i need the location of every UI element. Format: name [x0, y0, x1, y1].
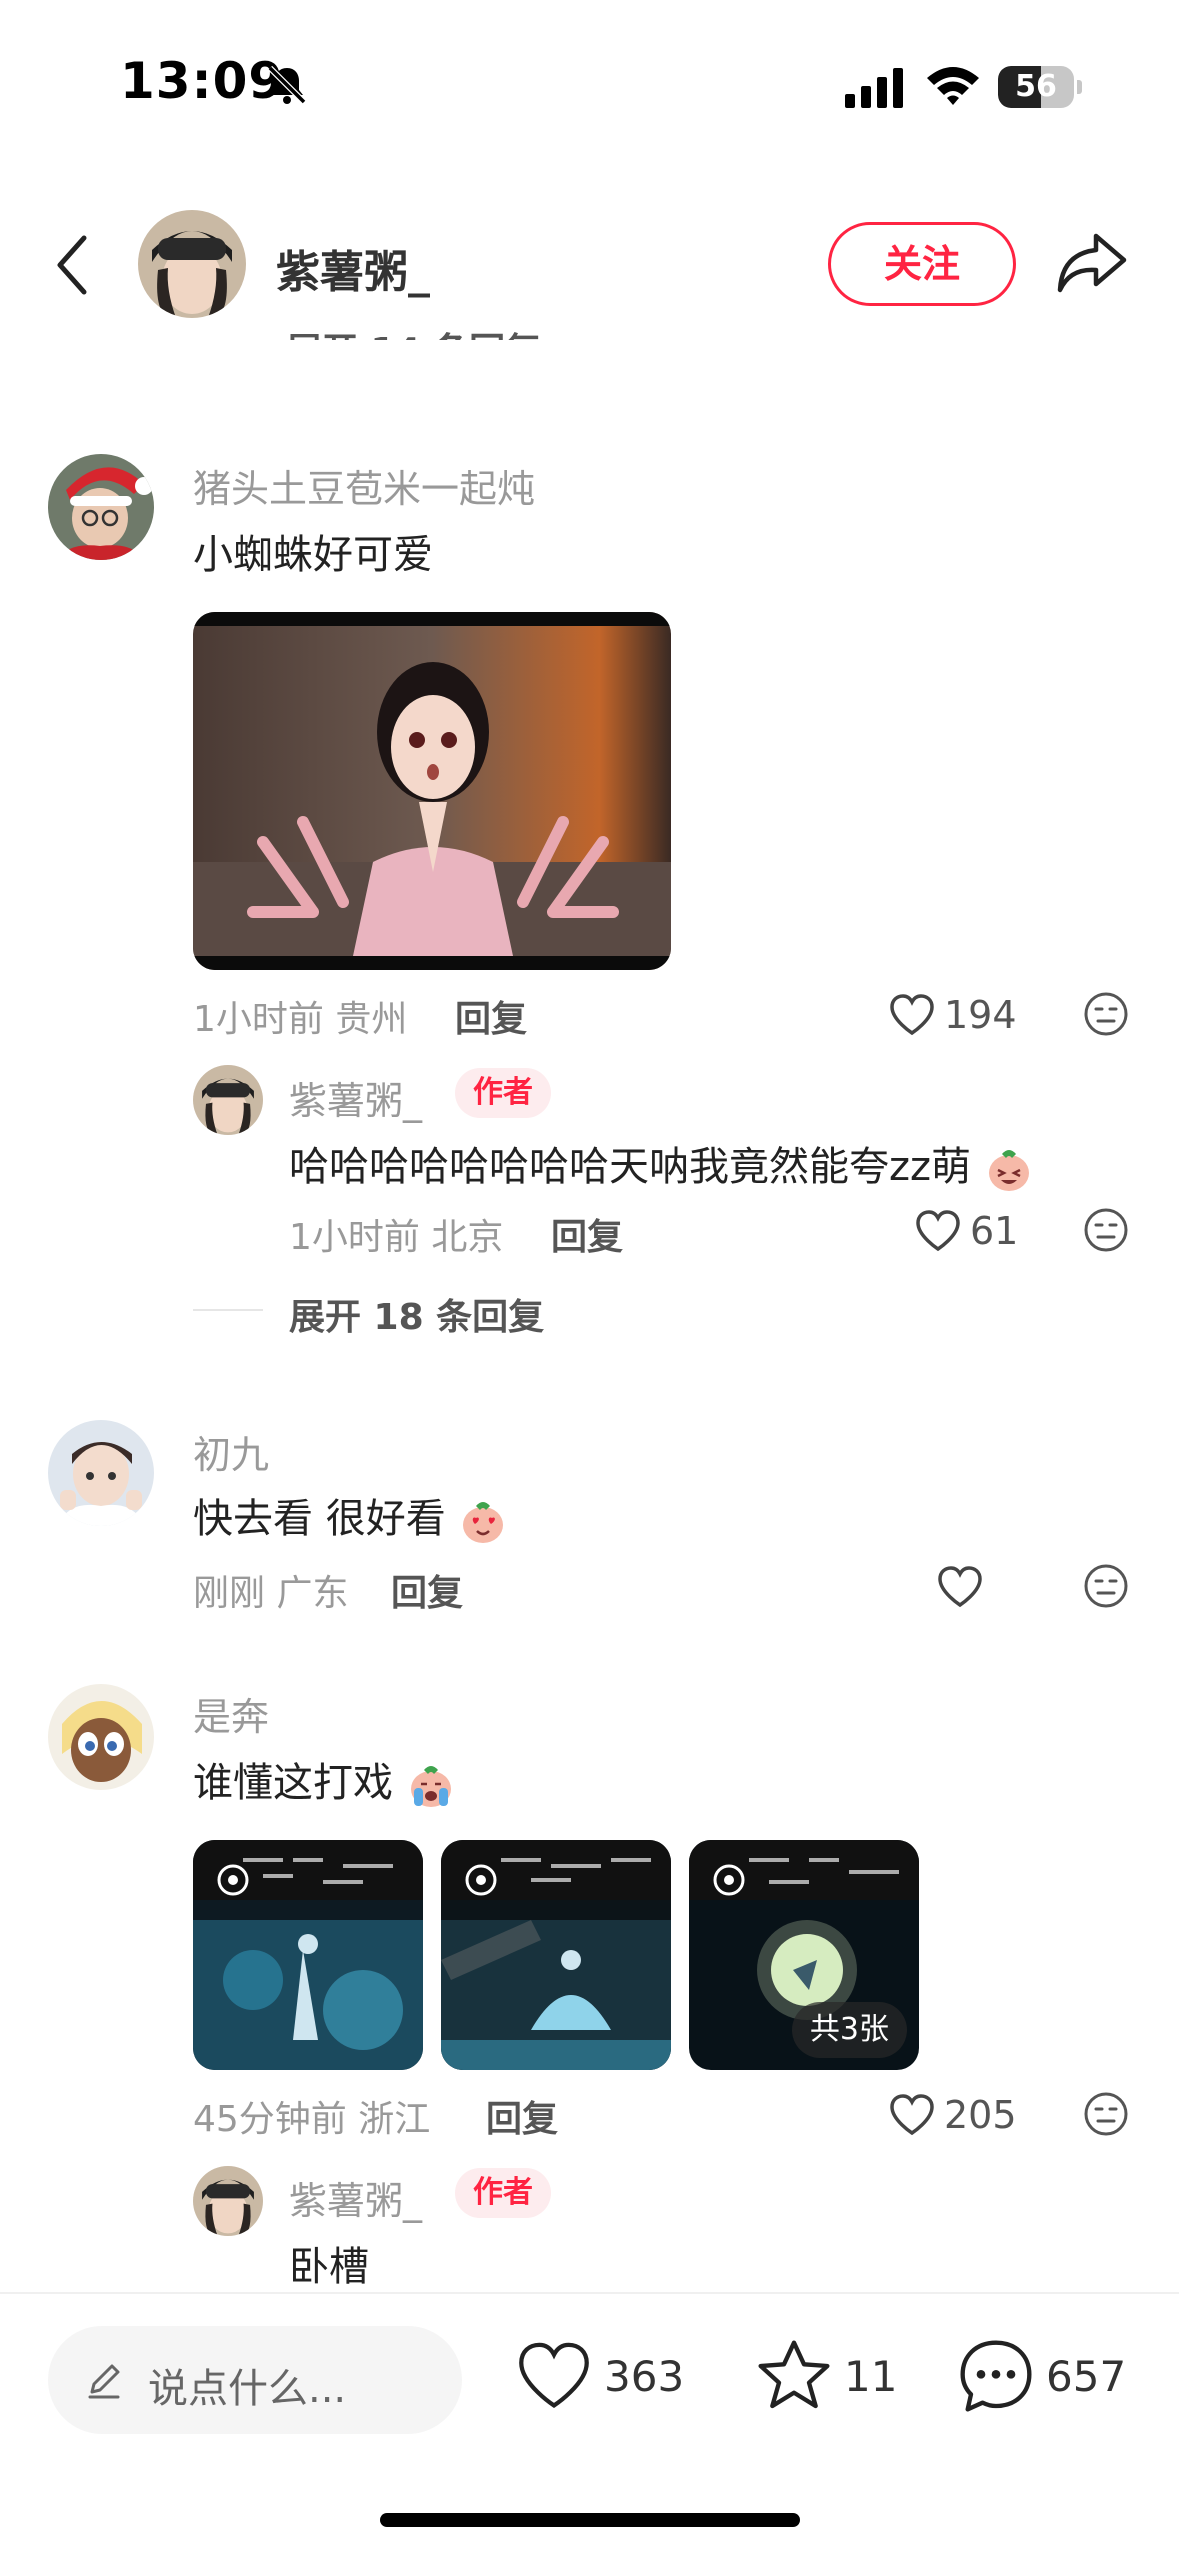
bell-muted-icon	[267, 65, 307, 105]
crying-emoji-icon	[410, 1766, 451, 1807]
comment-bubble-icon	[960, 2340, 1032, 2412]
like-count: 363	[604, 2351, 685, 2401]
status-time: 13:09	[120, 52, 285, 110]
comment-image-1[interactable]	[193, 1840, 423, 2070]
comment-text: 快去看 很好看	[193, 1486, 508, 1546]
expand-divider	[193, 1309, 263, 1311]
comment-time-location: 刚刚 广东	[193, 1564, 348, 1616]
comment-username[interactable]: 是奔	[193, 1686, 269, 1741]
reply-time-location: 1小时前 北京	[289, 1208, 503, 1260]
heart-icon	[938, 1566, 982, 1608]
like-count: 61	[970, 1209, 1019, 1253]
comment-location: 广东	[276, 1573, 349, 1614]
reply-username[interactable]: 紫薯粥_	[289, 2170, 422, 2225]
comment-like-button[interactable]: 194	[888, 990, 1017, 1040]
comment-time: 45分钟前	[193, 2099, 347, 2140]
commenter-avatar[interactable]	[48, 454, 154, 560]
replier-avatar[interactable]	[193, 2166, 263, 2236]
comment-time: 刚刚	[193, 1573, 266, 1614]
like-count: 205	[944, 2093, 1017, 2137]
comment-text: 谁懂这打戏	[193, 1750, 456, 1810]
follow-button[interactable]: 关注	[828, 222, 1016, 306]
commenter-avatar[interactable]	[48, 1684, 154, 1790]
reply-location: 北京	[431, 1217, 504, 1258]
comment-location: 浙江	[358, 2099, 431, 2140]
favorite-button[interactable]: 11	[754, 2336, 897, 2416]
comments-button[interactable]: 657	[956, 2336, 1126, 2416]
reaction-face-icon[interactable]	[1083, 2091, 1129, 2137]
reply-username[interactable]: 紫薯粥_	[289, 1070, 422, 1125]
comment-text-content: 快去看 很好看	[193, 1496, 446, 1542]
comment-text-content: 谁懂这打戏	[193, 1760, 393, 1806]
reaction-face-icon[interactable]	[1083, 1563, 1129, 1609]
expand-replies-button[interactable]: 展开 18 条回复	[289, 1288, 544, 1340]
star-icon	[758, 2340, 830, 2409]
reply-like-button[interactable]: 61	[914, 1206, 1018, 1256]
author-badge: 作者	[455, 1068, 551, 1118]
comment-like-button[interactable]	[936, 1562, 984, 1612]
favorite-count: 11	[844, 2351, 898, 2401]
comment-image-3[interactable]: 共3张	[689, 1840, 919, 2070]
reply-time: 1小时前	[289, 1217, 420, 1258]
heart-icon	[519, 2342, 589, 2408]
author-badge: 作者	[455, 2168, 551, 2218]
heart-icon	[916, 1210, 960, 1252]
note-header: 紫薯粥_ 关注	[0, 200, 1179, 330]
reply-button[interactable]: 回复	[551, 1208, 623, 1260]
share-icon[interactable]	[1056, 230, 1128, 296]
author-avatar[interactable]	[138, 210, 246, 318]
comment-location: 贵州	[335, 999, 408, 1040]
back-chevron-icon[interactable]	[50, 230, 94, 300]
reply-button[interactable]: 回复	[455, 990, 527, 1042]
comment-image[interactable]	[193, 612, 671, 970]
battery-level-text: 56	[1015, 69, 1057, 104]
comment-input[interactable]: 说点什么...	[48, 2326, 462, 2434]
wifi-icon	[927, 67, 979, 105]
heart-eyes-emoji-icon	[463, 1502, 504, 1543]
reaction-face-icon[interactable]	[1083, 991, 1129, 1037]
comment-image-2[interactable]	[441, 1840, 671, 2070]
battery-indicator: 56	[998, 66, 1082, 108]
comment-input-placeholder: 说点什么...	[148, 2366, 347, 2412]
commenter-avatar[interactable]	[48, 1420, 154, 1526]
image-count-badge: 共3张	[791, 2002, 907, 2058]
comment-time-location: 45分钟前 浙江	[193, 2090, 430, 2142]
comment-count: 657	[1046, 2351, 1127, 2401]
heart-icon	[890, 994, 934, 1036]
comment-username[interactable]: 初九	[193, 1424, 269, 1479]
pencil-icon	[88, 2364, 120, 2399]
comment-username[interactable]: 猪头土豆苞米一起炖	[193, 458, 535, 513]
like-count: 194	[944, 993, 1017, 1037]
laughing-emoji-icon	[988, 1150, 1029, 1191]
comment-text: 小蜘蛛好可爱	[193, 532, 433, 578]
replier-avatar[interactable]	[193, 1065, 263, 1135]
comment-like-button[interactable]: 205	[888, 2090, 1017, 2140]
author-name[interactable]: 紫薯粥_	[276, 236, 430, 300]
status-bar: 13:09 56	[0, 0, 1179, 150]
reply-text: 卧槽	[289, 2244, 369, 2290]
reply-text: 哈哈哈哈哈哈哈哈天呐我竟然能夸zz萌	[289, 1134, 1034, 1194]
home-indicator	[380, 2513, 800, 2527]
heart-icon	[890, 2094, 934, 2136]
reply-text-content: 哈哈哈哈哈哈哈哈天呐我竟然能夸zz萌	[289, 1144, 971, 1190]
comment-time-location: 1小时前 贵州	[193, 990, 407, 1042]
like-button[interactable]: 363	[514, 2336, 684, 2416]
reaction-face-icon[interactable]	[1083, 1207, 1129, 1253]
reply-button[interactable]: 回复	[391, 1564, 463, 1616]
reply-button[interactable]: 回复	[486, 2090, 558, 2142]
cellular-signal-icon	[845, 68, 903, 108]
comment-time: 1小时前	[193, 999, 324, 1040]
